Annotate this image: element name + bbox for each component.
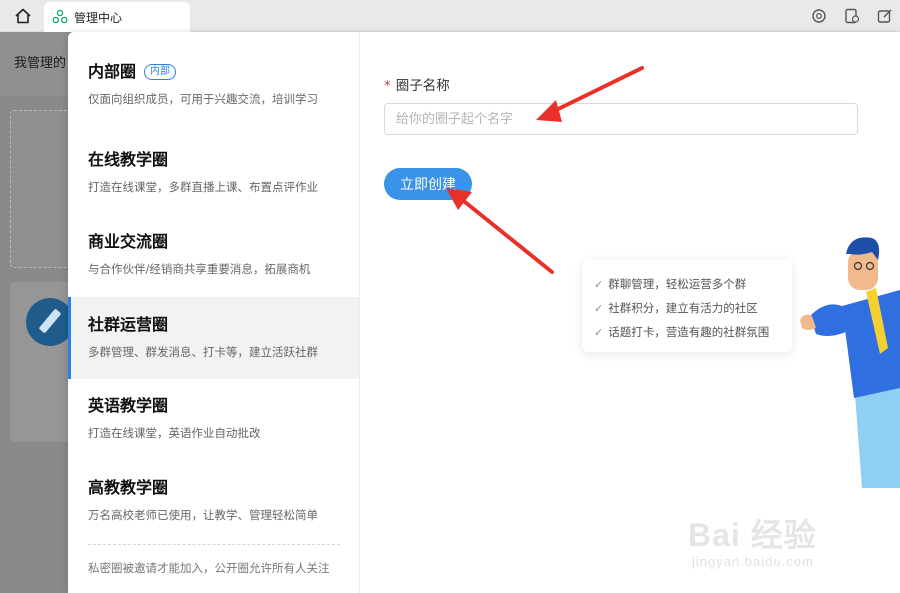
type-desc: 万名高校老师已使用，让教学、管理轻松简单	[88, 508, 318, 522]
type-desc: 打造在线课堂，英语作业自动批改	[88, 426, 261, 440]
type-desc: 与合作伙伴/经销商共享重要消息，拓展商机	[88, 262, 311, 276]
refresh-button[interactable]	[810, 7, 828, 25]
circle-refresh-icon	[812, 9, 826, 23]
new-window-button[interactable]	[876, 7, 894, 25]
circle-name-input[interactable]	[384, 103, 858, 135]
type-title: 内部圈	[88, 62, 137, 81]
type-title: 高教教学圈	[88, 478, 169, 497]
history-button[interactable]	[843, 7, 861, 25]
background-title: 我管理的	[14, 56, 67, 71]
privacy-note: 私密圈被邀请才能加入，公开圈允许所有人关注	[88, 561, 330, 575]
feature-text: 社群积分，建立有活力的社区	[608, 301, 758, 315]
check-icon: ✓	[594, 277, 604, 291]
type-item-english[interactable]: 英语教学圈 打造在线课堂，英语作业自动批改	[68, 366, 359, 448]
circle-type-list: 内部圈 内部 仅面向组织成员，可用于兴趣交流，培训学习 在线教学圈 打造在线课堂…	[68, 32, 360, 593]
watermark-logo: Bai 经验	[688, 517, 817, 553]
list-divider	[88, 544, 340, 545]
type-item-internal[interactable]: 内部圈 内部 仅面向组织成员，可用于兴趣交流，培训学习	[68, 32, 359, 114]
check-icon: ✓	[594, 325, 604, 339]
title-bar: 管理中心	[0, 0, 900, 32]
internal-badge: 内部	[144, 64, 177, 80]
type-item-online-teaching[interactable]: 在线教学圈 打造在线课堂，多群直播上课、布置点评作业	[68, 120, 359, 202]
tab-label: 管理中心	[74, 10, 123, 25]
feature-text: 群聊管理，轻松运营多个群	[608, 277, 747, 291]
presenter-illustration	[800, 237, 900, 488]
home-button[interactable]	[10, 5, 36, 27]
watermark-url: jingyan.baidu.com	[692, 554, 814, 569]
type-title-row: 内部圈 内部	[88, 62, 359, 82]
circle-avatar	[26, 298, 74, 346]
circle-name-label: * 圈子名称	[384, 74, 450, 94]
edit-window-icon	[877, 9, 892, 23]
create-form: *圈子名称 立即创建 ✓ 群聊管理，轻松运营多个群 ✓ 社群积分，建立有活力的社区 …	[360, 32, 900, 593]
home-icon	[15, 8, 31, 24]
check-icon: ✓	[594, 301, 604, 315]
feature-card: ✓ 群聊管理，轻松运营多个群 ✓ 社群积分，建立有活力的社区 ✓ 话题打卡，营造有趣的…	[582, 260, 792, 352]
tab-management-center[interactable]: 管理中心	[44, 2, 190, 32]
doc-clock-icon	[845, 8, 860, 24]
feature-item: ✓ 群聊管理，轻松运营多个群	[594, 272, 792, 296]
type-desc: 仅面向组织成员，可用于兴趣交流，培训学习	[88, 92, 318, 106]
circle-name-label-text: 圈子名称	[395, 78, 450, 94]
circle-app-icon	[52, 9, 68, 25]
required-mark: *	[384, 78, 391, 94]
baidu-watermark: Bai 经验 jingyan.baidu.com	[688, 510, 878, 580]
feature-text: 话题打卡，营造有趣的社群氛围	[608, 325, 770, 339]
type-desc: 打造在线课堂，多群直播上课、布置点评作业	[88, 180, 318, 194]
type-title: 在线教学圈	[88, 150, 169, 169]
type-title: 英语教学圈	[88, 396, 169, 415]
type-item-business[interactable]: 商业交流圈 与合作伙伴/经销商共享重要消息，拓展商机	[68, 202, 359, 284]
create-now-button[interactable]: 立即创建	[384, 168, 472, 200]
feature-item: ✓ 话题打卡，营造有趣的社群氛围	[594, 320, 792, 344]
type-title: 商业交流圈	[88, 232, 169, 251]
feature-item: ✓ 社群积分，建立有活力的社区	[594, 296, 792, 320]
type-item-higher-education[interactable]: 高教教学圈 万名高校老师已使用，让教学、管理轻松简单	[68, 448, 359, 530]
create-circle-dialog: 内部圈 内部 仅面向组织成员，可用于兴趣交流，培训学习 在线教学圈 打造在线课堂…	[68, 32, 900, 593]
type-desc: 多群管理、群发消息、打卡等，建立活跃社群	[88, 345, 318, 359]
type-title: 社群运营圈	[88, 315, 169, 334]
